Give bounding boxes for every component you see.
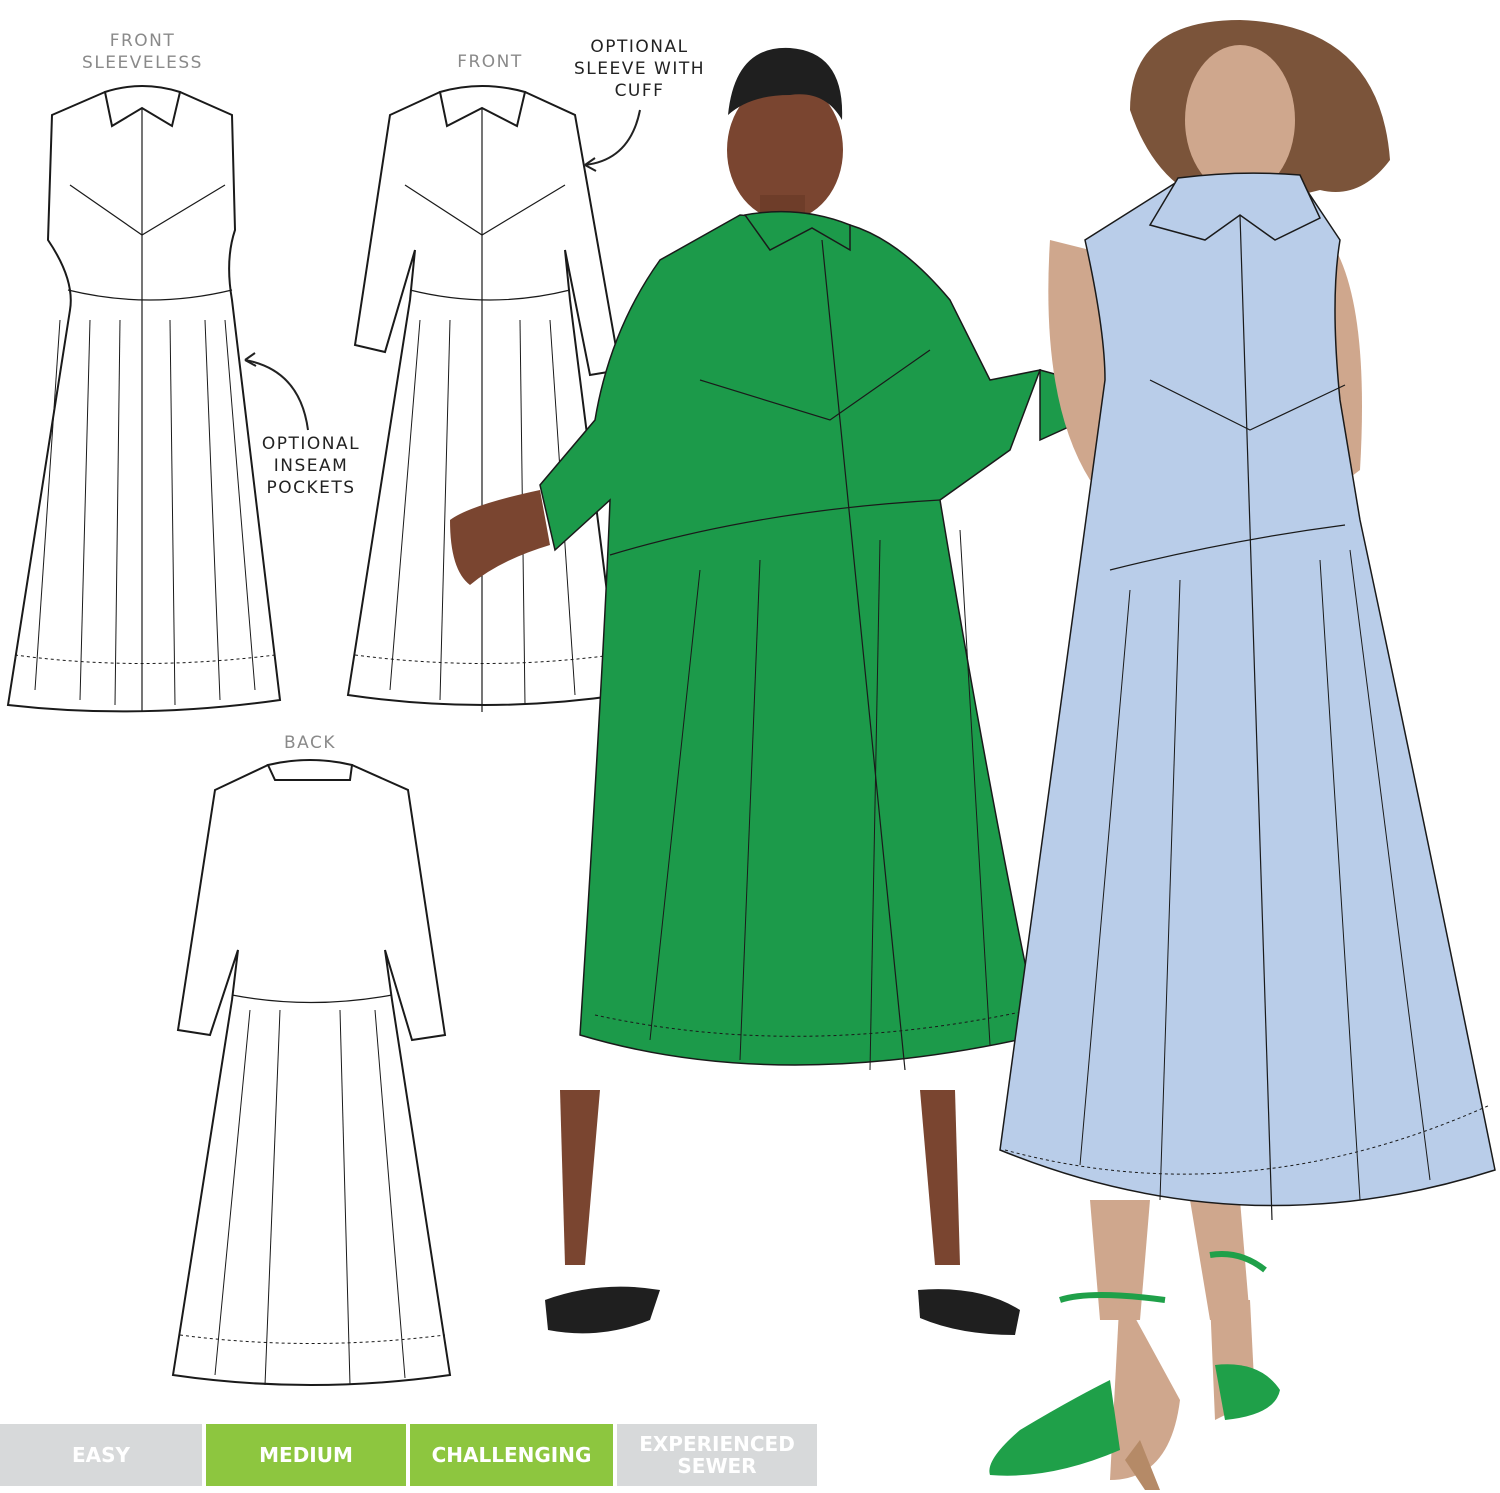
label-front: FRONT <box>457 52 523 72</box>
label-back: BACK <box>283 733 336 753</box>
label-front-sleeveless: FRONT SLEEVELESS <box>82 31 203 73</box>
difficulty-challenging: CHALLENGING <box>410 1424 613 1486</box>
illustration-canvas <box>6 20 1496 1490</box>
difficulty-experienced-sewer: EXPERIENCED SEWER <box>617 1424 817 1486</box>
label-optional-pockets: OPTIONAL INSEAM POCKETS <box>261 434 361 498</box>
difficulty-bar: EASY MEDIUM CHALLENGING EXPERIENCED SEWE… <box>0 1424 821 1486</box>
flat-front-sleeveless <box>6 85 282 713</box>
difficulty-medium: MEDIUM <box>206 1424 406 1486</box>
difficulty-easy: EASY <box>0 1424 202 1486</box>
flat-back <box>171 759 452 1386</box>
label-optional-sleeve: OPTIONAL SLEEVE WITH CUFF <box>573 37 705 101</box>
figure-blue-dress <box>989 20 1496 1490</box>
flat-front-sleeved <box>346 85 622 712</box>
